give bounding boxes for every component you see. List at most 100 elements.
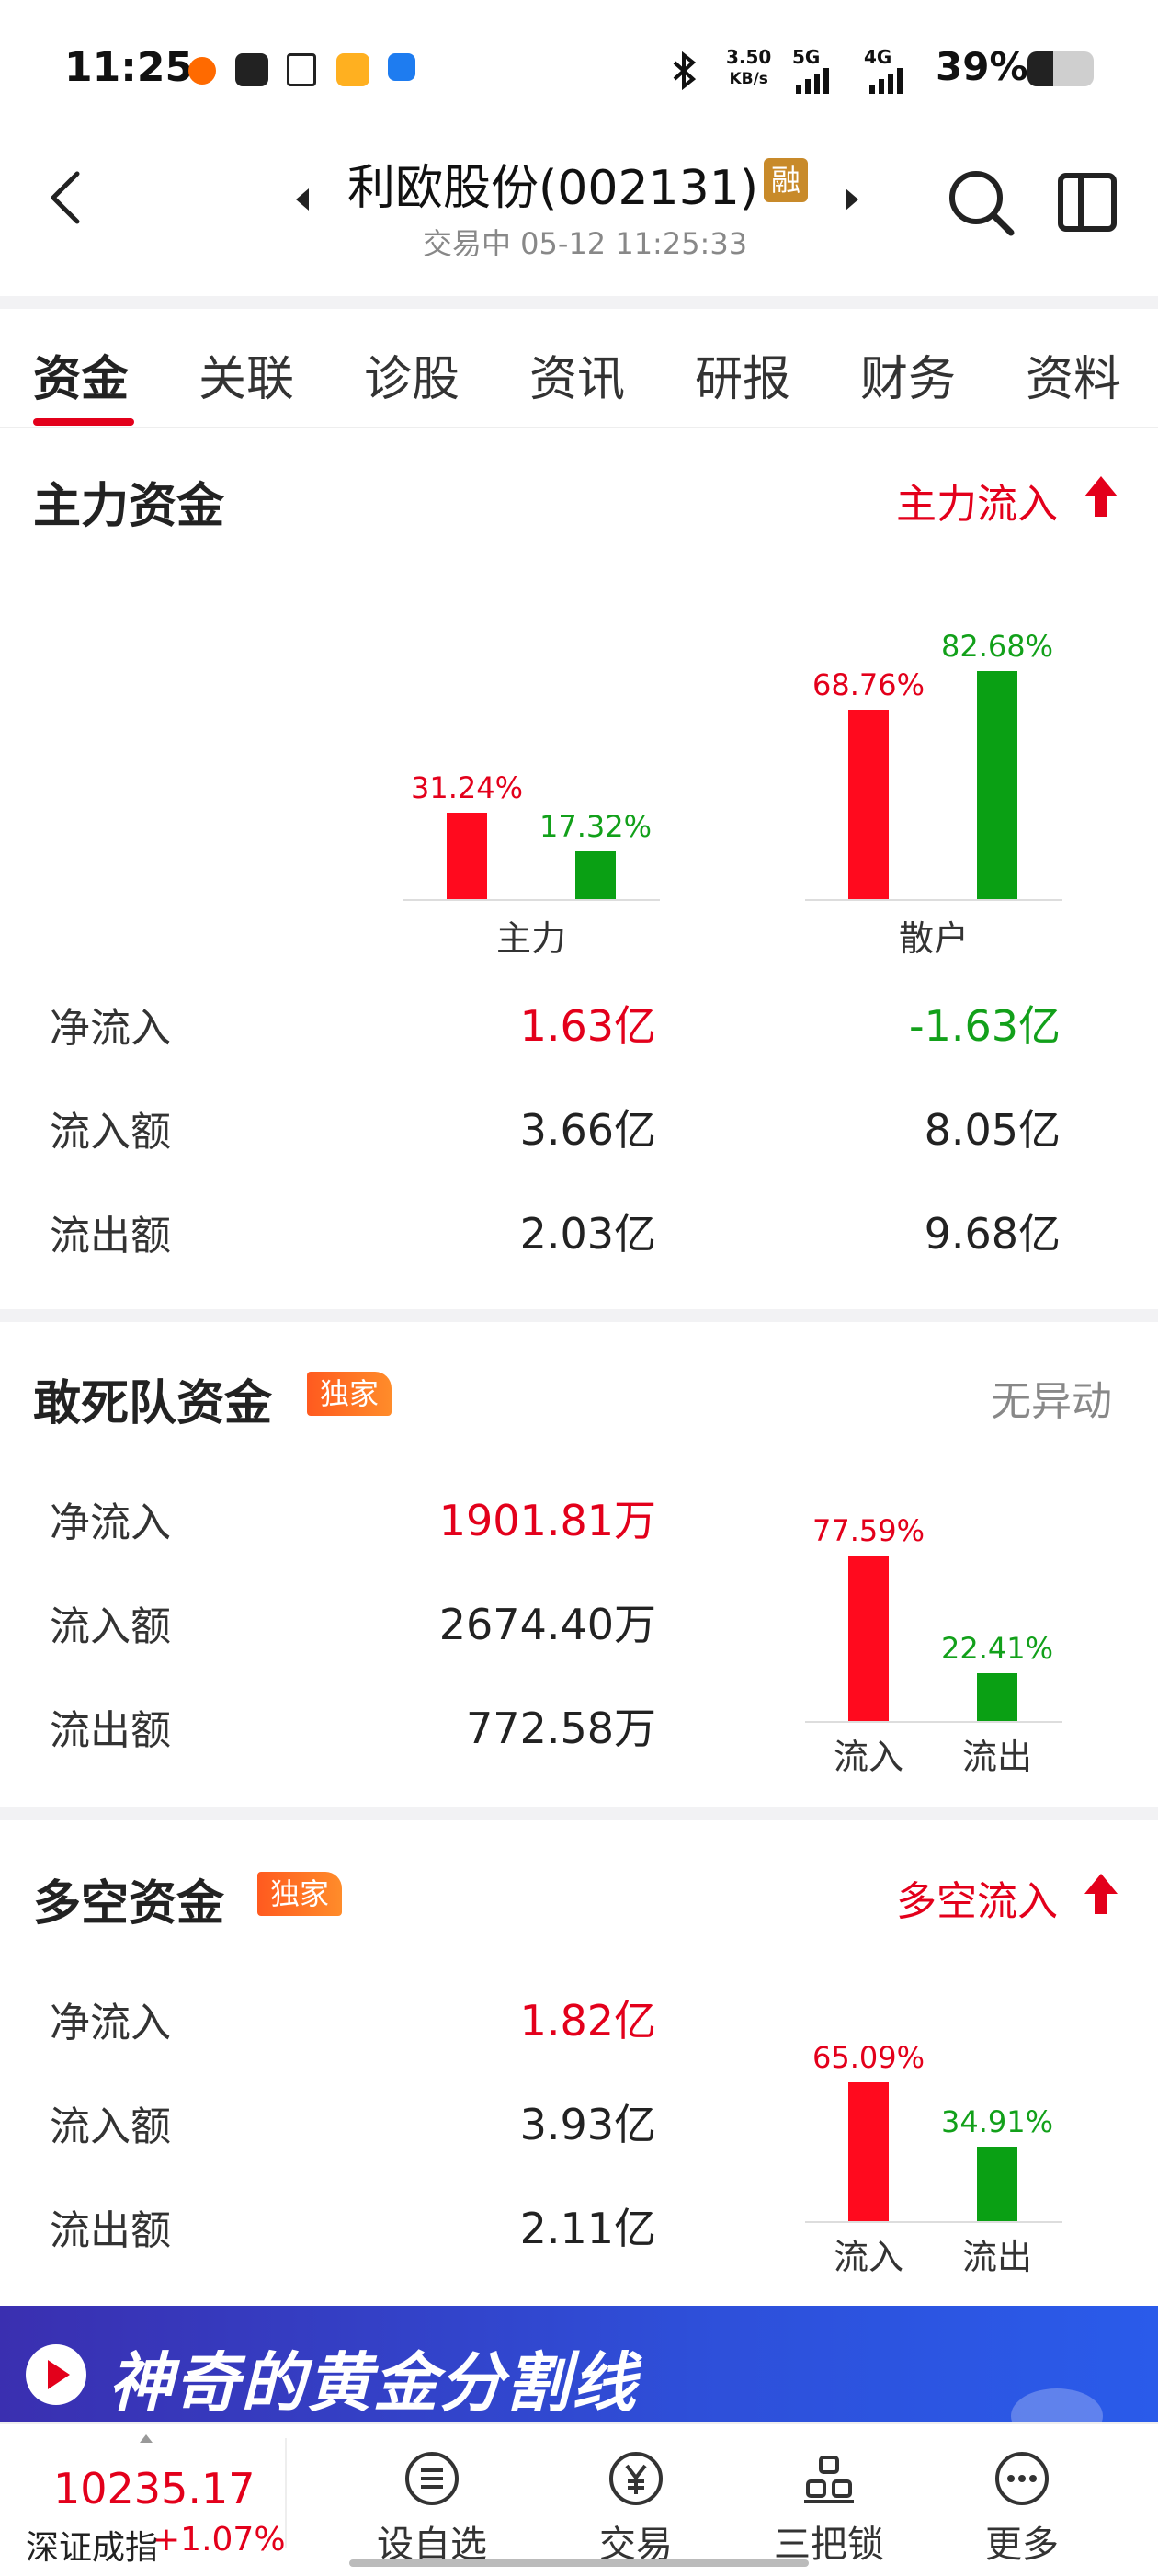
tab-diagnosis[interactable]: 诊股 — [364, 340, 460, 409]
longshort-net-inflow: 1.82亿 — [519, 1996, 656, 2046]
row-label: 流入额 — [50, 1603, 171, 1650]
locks-icon — [804, 2456, 854, 2503]
chart-axis-main — [403, 899, 660, 901]
list-circle-icon — [405, 2452, 459, 2505]
ad-text: 神奇的黄金分割线 — [108, 2345, 638, 2421]
play-icon — [26, 2344, 86, 2405]
pct-dare-inflow: 77.59% — [812, 1512, 925, 1548]
stock-title: 利欧股份(002131) — [347, 161, 759, 216]
divider — [285, 2438, 287, 2548]
pct-main-outflow: 17.32% — [539, 809, 652, 845]
status-time: 11:25 — [64, 44, 194, 91]
dare-funds-status: 无异动 — [991, 1378, 1112, 1425]
yen-circle-icon — [609, 2452, 663, 2505]
panel-toggle-icon[interactable] — [1057, 172, 1118, 233]
pct-retail-outflow: 82.68% — [940, 628, 1053, 664]
tab-bar: 资金 关联 诊股 资讯 研报 财务 资料 — [0, 313, 1158, 428]
index-value[interactable]: 10235.17 — [53, 2464, 255, 2513]
nav-trade[interactable]: 交易 — [558, 2450, 714, 2568]
xlabel-inflow: 流入 — [833, 2237, 903, 2277]
main-net-inflow: 1.63亿 — [519, 1001, 656, 1051]
dare-inflow: 2674.40万 — [438, 1600, 656, 1649]
nav-label: 更多 — [985, 2524, 1059, 2566]
arrow-up-icon — [1084, 476, 1118, 517]
chart-axis — [805, 2221, 1062, 2223]
pct-dare-outflow: 22.41% — [940, 1631, 1053, 1666]
bar-longshort-inflow — [848, 2081, 889, 2221]
dare-outflow: 772.58万 — [466, 1704, 656, 1753]
chart-axis-retail — [805, 899, 1062, 901]
bar-longshort-outflow — [977, 2147, 1017, 2221]
battery-percent: 39% — [936, 44, 1028, 89]
video-app-icon — [336, 53, 369, 86]
margin-badge: 融 — [764, 158, 808, 202]
search-icon[interactable] — [947, 168, 1016, 238]
bluetooth-icon — [673, 51, 697, 90]
nav-more[interactable]: 更多 — [944, 2450, 1100, 2568]
longshort-inflow: 3.93亿 — [519, 2100, 656, 2149]
tab-news[interactable]: 资讯 — [529, 340, 625, 409]
main-funds-status: 主力流入 — [896, 481, 1058, 528]
row-label: 流入额 — [50, 2103, 171, 2150]
row-label: 净流入 — [50, 1005, 171, 1052]
pct-retail-inflow: 68.76% — [812, 667, 925, 702]
xlabel-retail: 散户 — [898, 918, 969, 959]
row-label: 流出额 — [50, 1213, 171, 1260]
next-stock-icon[interactable] — [846, 188, 858, 211]
trading-status: 交易中 05-12 11:25:33 — [423, 226, 748, 261]
expand-icon[interactable] — [140, 2434, 153, 2443]
row-label: 净流入 — [50, 2000, 171, 2046]
chart-axis — [805, 1721, 1062, 1723]
bar-main-inflow — [447, 813, 487, 899]
bar-retail-outflow — [977, 670, 1017, 899]
retail-outflow: 9.68亿 — [924, 1209, 1061, 1259]
dare-net-inflow: 1901.81万 — [438, 1496, 656, 1545]
battery-icon — [1027, 51, 1094, 86]
exclusive-badge: 独家 — [257, 1872, 343, 1916]
divider — [0, 1309, 1158, 1322]
ad-banner[interactable]: 神奇的黄金分割线 — [0, 2306, 1158, 2422]
retail-inflow: 8.05亿 — [924, 1105, 1061, 1155]
k-app-icon — [235, 53, 268, 86]
arrow-up-icon — [1084, 1874, 1118, 1914]
row-label: 流出额 — [50, 2207, 171, 2254]
tab-finance[interactable]: 财务 — [860, 340, 956, 409]
status-bar: 11:25 3.50 KB/s 5G 4G 39% — [0, 0, 1158, 138]
divider — [0, 296, 1158, 309]
longshort-funds-status: 多空流入 — [896, 1878, 1058, 1925]
net-speed: 3.50 KB/s — [726, 46, 772, 88]
dare-funds-title: 敢死队资金 — [33, 1376, 273, 1431]
longshort-outflow: 2.11亿 — [519, 2204, 656, 2253]
divider — [0, 1807, 1158, 1820]
pct-main-inflow: 31.24% — [410, 770, 523, 806]
xlabel-outflow: 流出 — [961, 1737, 1032, 1777]
more-dots-icon — [995, 2452, 1049, 2505]
tiktok-icon — [287, 53, 316, 86]
prev-stock-icon[interactable] — [296, 188, 309, 211]
index-name[interactable]: 深证成指 — [26, 2521, 158, 2569]
xlabel-outflow: 流出 — [961, 2237, 1032, 2277]
bar-main-outflow — [575, 851, 616, 899]
bar-dare-outflow — [977, 1673, 1017, 1721]
tab-research[interactable]: 研报 — [695, 340, 790, 409]
tab-related[interactable]: 关联 — [199, 340, 294, 409]
app-notification-icon — [188, 57, 216, 85]
index-change[interactable]: +1.07% — [153, 2521, 286, 2559]
app-icon — [388, 53, 415, 81]
main-inflow: 3.66亿 — [519, 1105, 656, 1155]
main-funds-title: 主力资金 — [33, 479, 225, 534]
tab-profile[interactable]: 资料 — [1026, 340, 1121, 409]
signal-5g-icon — [796, 61, 829, 94]
bar-dare-inflow — [848, 1555, 889, 1721]
longshort-funds-title: 多空资金 — [33, 1876, 225, 1932]
retail-net-inflow: -1.63亿 — [908, 1001, 1061, 1051]
nav-add-watchlist[interactable]: 设自选 — [354, 2450, 510, 2568]
tab-funds[interactable]: 资金 — [33, 340, 129, 409]
bar-retail-inflow — [848, 709, 889, 899]
row-label: 净流入 — [50, 1499, 171, 1546]
pct-longshort-inflow: 65.09% — [812, 2039, 925, 2075]
back-arrow-icon[interactable] — [48, 170, 85, 225]
active-tab-indicator — [33, 418, 134, 426]
home-indicator[interactable] — [349, 2559, 809, 2567]
nav-three-locks[interactable]: 三把锁 — [751, 2450, 907, 2568]
